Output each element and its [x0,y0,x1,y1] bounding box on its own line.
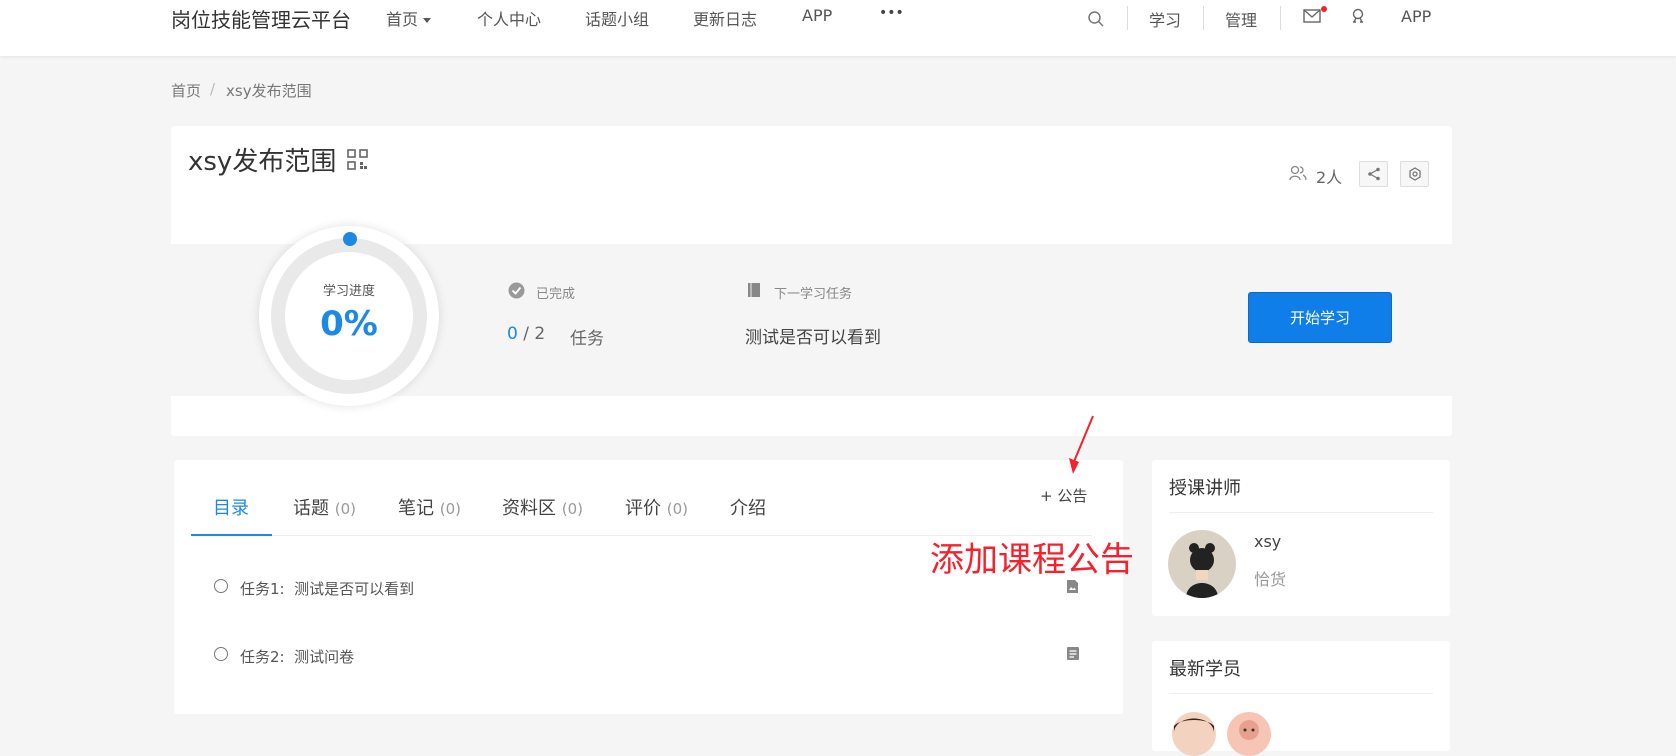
divider [1169,512,1433,513]
completed-total: 2 [534,324,546,344]
student-avatar-image [1174,718,1214,732]
tab-label: 资料区 [502,498,556,519]
divider [1203,6,1204,30]
tab-count: (0) [334,500,356,518]
progress-label: 学习进度 [322,284,375,299]
completed-sep: / [523,324,529,344]
task-item-2[interactable]: 任务2: 测试问卷 [240,646,354,667]
tab-intro[interactable]: 介绍 [730,494,766,520]
task-status-circle [214,579,228,593]
breadcrumb-current: xsy发布范围 [226,82,312,100]
member-count: 2人 [1316,168,1343,187]
student-avatar[interactable] [1227,712,1271,756]
tab-label: 目录 [213,498,249,519]
next-task-title[interactable]: 测试是否可以看到 [745,323,881,348]
tab-count: (0) [439,500,461,518]
plus-icon: + [1040,487,1053,505]
survey-icon [1066,646,1080,665]
avatar[interactable] [1168,530,1236,598]
tab-label: 介绍 [730,498,766,519]
course-title: xsy发布范围 [188,147,337,177]
progress-indicator [343,232,357,246]
tab-label: 笔记 [398,498,434,519]
mail-icon[interactable] [1303,8,1321,27]
breadcrumb-separator: / [210,80,216,98]
nav-app[interactable]: APP [802,6,832,25]
tab-reviews[interactable]: 评价 (0) [625,494,688,520]
tab-count: (0) [561,500,583,518]
breadcrumb-home[interactable]: 首页 [171,80,201,101]
notification-dot [1321,6,1327,12]
gear-icon [1408,167,1421,181]
nav-home[interactable]: 首页 [386,6,432,30]
annotation-text: 添加课程公告 [930,540,1134,580]
add-announcement-button[interactable]: + 公告 [1040,485,1087,506]
task-item-1[interactable]: 任务1: 测试是否可以看到 [240,578,414,599]
task-title: 测试问卷 [294,648,355,666]
check-circle-icon [508,282,525,303]
completed-done: 0 [507,324,518,344]
next-task-label: 下一学习任务 [774,287,853,302]
chevron-down-icon [423,18,432,23]
tab-catalog[interactable]: 目录 [213,494,249,520]
tab-label: 话题 [293,498,329,519]
study-link[interactable]: 学习 [1149,7,1181,31]
teacher-panel-title: 授课讲师 [1169,478,1241,499]
task-title: 测试是否可以看到 [294,580,415,598]
document-icon [1066,579,1079,598]
tab-resources[interactable]: 资料区 (0) [502,494,583,520]
tab-count: (0) [666,500,688,518]
student-avatar-image [1239,720,1259,740]
divider [1169,693,1433,694]
progress-percent: 0% [320,304,378,344]
user-icon[interactable] [1350,8,1366,28]
teacher-avatar-image [1186,543,1218,598]
announcement-label: 公告 [1057,487,1088,505]
tab-topics[interactable]: 话题 (0) [293,494,356,520]
qrcode-icon[interactable] [347,149,368,174]
site-logo[interactable]: 岗位技能管理云平台 [171,4,351,33]
app-link[interactable]: APP [1401,7,1431,26]
nav-changelog[interactable]: 更新日志 [693,6,757,30]
share-icon [1367,167,1380,181]
nav-groups[interactable]: 话题小组 [585,6,649,30]
task-status-circle [214,647,228,661]
teacher-description: 恰货 [1254,570,1287,589]
start-learning-button[interactable]: 开始学习 [1248,292,1392,343]
tab-notes[interactable]: 笔记 (0) [398,494,461,520]
tab-label: 评价 [625,498,661,519]
more-icon[interactable]: ••• [879,5,904,21]
completed-count: 0 / 2 [507,324,545,344]
members-icon [1289,165,1307,185]
settings-button[interactable] [1400,161,1429,187]
nav-profile[interactable]: 个人中心 [477,6,541,30]
book-icon [747,282,761,302]
nav-home-label: 首页 [386,10,419,29]
completed-unit: 任务 [570,329,604,349]
teacher-name[interactable]: xsy [1254,532,1281,551]
divider [1280,6,1281,30]
students-panel-title: 最新学员 [1169,659,1241,680]
annotation-arrow-icon [1069,415,1094,474]
student-avatar[interactable] [1172,712,1216,756]
completed-label: 已完成 [536,287,576,302]
task-number: 任务2: [240,648,285,666]
manage-link[interactable]: 管理 [1225,7,1257,31]
task-number: 任务1: [240,580,285,598]
tab-active-indicator [191,534,272,536]
search-icon[interactable] [1087,10,1105,32]
divider [1127,6,1128,30]
share-button[interactable] [1359,161,1388,187]
